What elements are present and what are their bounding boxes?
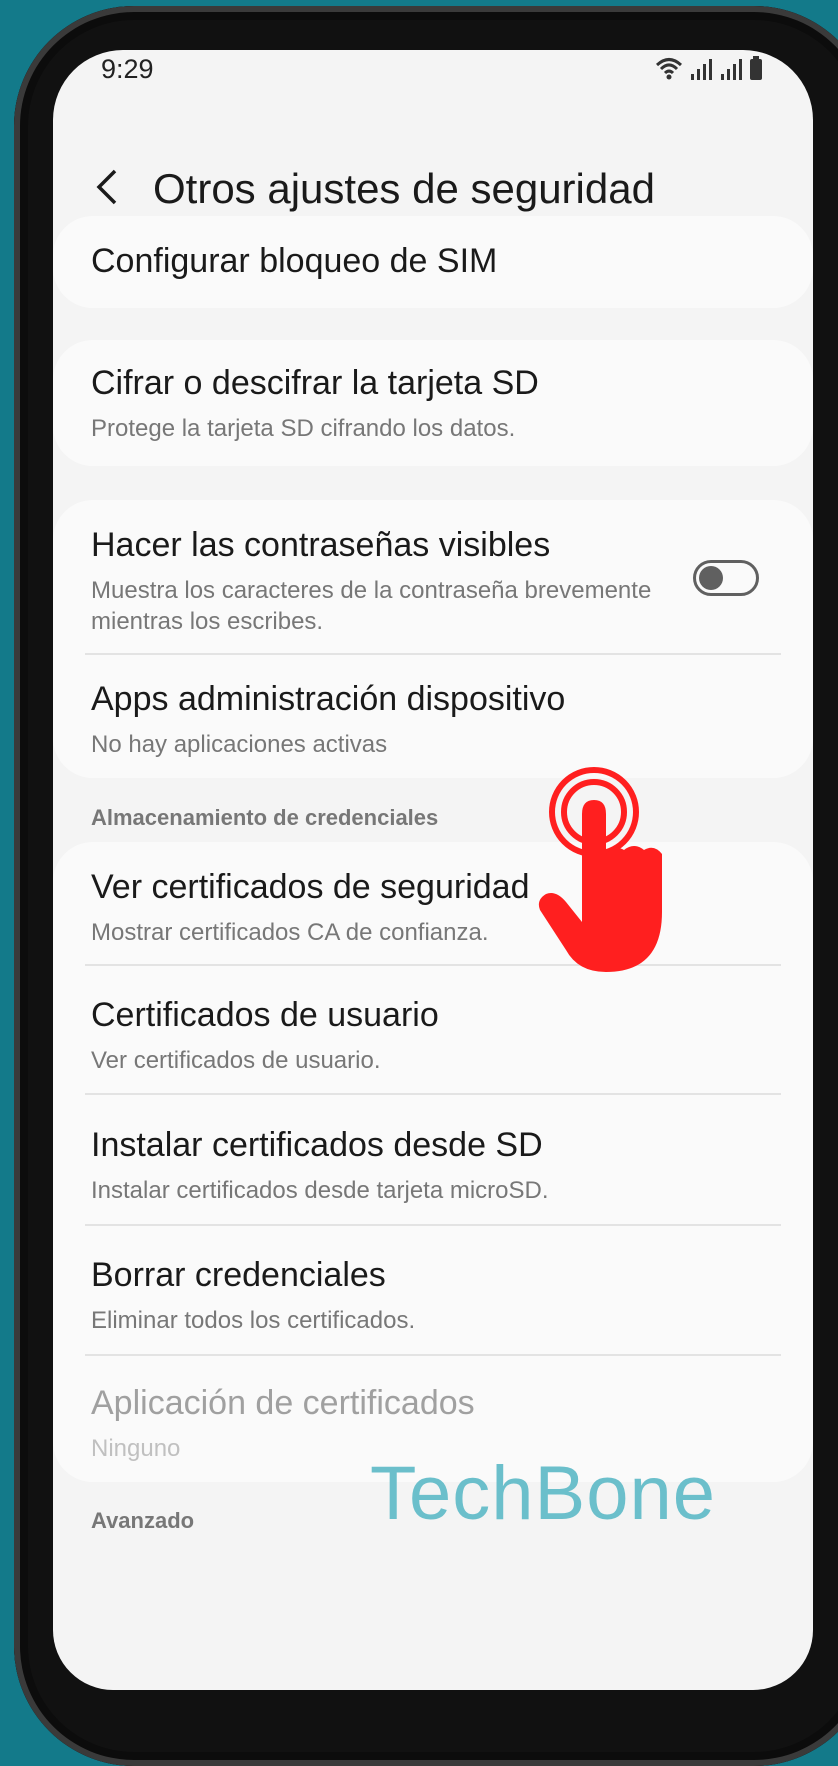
divider [85, 1224, 781, 1226]
chevron-left-icon [96, 169, 117, 205]
credentials-card: Ver certificados de seguridad Mostrar ce… [53, 842, 813, 1482]
clear-credentials-item[interactable]: Borrar credenciales Eliminar todos los c… [91, 1256, 773, 1336]
watermark-logo: TechBone [370, 1451, 717, 1536]
sd-encrypt-item[interactable]: Cifrar o descifrar la tarjeta SD Protege… [91, 364, 773, 444]
section-label-credentials: Almacenamiento de credenciales [91, 805, 439, 830]
item-title: Configurar bloqueo de SIM [91, 242, 498, 280]
item-subtitle: Muestra los caracteres de la contraseña … [91, 577, 652, 635]
divider [85, 653, 781, 655]
device-admin-apps-item[interactable]: Apps administración dispositivo No hay a… [91, 680, 773, 760]
item-title: Apps administración dispositivo [91, 680, 566, 718]
item-subtitle: Instalar certificados desde tarjeta micr… [91, 1177, 549, 1204]
sd-encrypt-card: Cifrar o descifrar la tarjeta SD Protege… [53, 340, 813, 466]
item-title: Hacer las contraseñas visibles [91, 526, 551, 564]
page-title: Otros ajustes de seguridad [153, 165, 655, 212]
toggle-knob [699, 566, 723, 590]
visible-passwords-item[interactable]: Hacer las contraseñas visibles Muestra l… [91, 526, 653, 637]
item-title: Certificados de usuario [91, 996, 439, 1034]
item-subtitle: No hay aplicaciones activas [91, 731, 388, 758]
item-title: Instalar certificados desde SD [91, 1126, 543, 1164]
install-certificates-item[interactable]: Instalar certificados desde SD Instalar … [91, 1126, 773, 1206]
header: Otros ajustes de seguridad [53, 145, 813, 225]
item-subtitle: Ver certificados de usuario. [91, 1047, 381, 1074]
back-button[interactable] [91, 167, 127, 207]
tap-hand-icon [538, 762, 678, 974]
section-label-advanced: Avanzado [91, 1508, 195, 1533]
battery-icon [749, 56, 763, 80]
signal-icon [689, 58, 713, 80]
status-icons [655, 56, 763, 80]
item-title: Aplicación de certificados [91, 1384, 475, 1422]
item-subtitle: Protege la tarjeta SD cifrando los datos… [91, 415, 516, 442]
item-title: Cifrar o descifrar la tarjeta SD [91, 364, 539, 402]
phone-screen: 9:29 Otros ajustes de seguridad Configur… [53, 50, 813, 1690]
user-certificates-item[interactable]: Certificados de usuario Ver certificados… [91, 996, 773, 1076]
status-bar: 9:29 [53, 50, 813, 110]
signal-icon [719, 58, 743, 80]
sim-lock-card: Configurar bloqueo de SIM [53, 216, 813, 308]
sim-lock-item[interactable]: Configurar bloqueo de SIM [91, 242, 773, 281]
item-subtitle: Eliminar todos los certificados. [91, 1307, 416, 1334]
divider [85, 1093, 781, 1095]
passwords-admin-card: Hacer las contraseñas visibles Muestra l… [53, 500, 813, 778]
status-time: 9:29 [101, 54, 154, 84]
divider [85, 1354, 781, 1356]
visible-passwords-toggle[interactable] [693, 560, 759, 596]
item-title: Borrar credenciales [91, 1256, 386, 1294]
wifi-icon [655, 56, 683, 80]
